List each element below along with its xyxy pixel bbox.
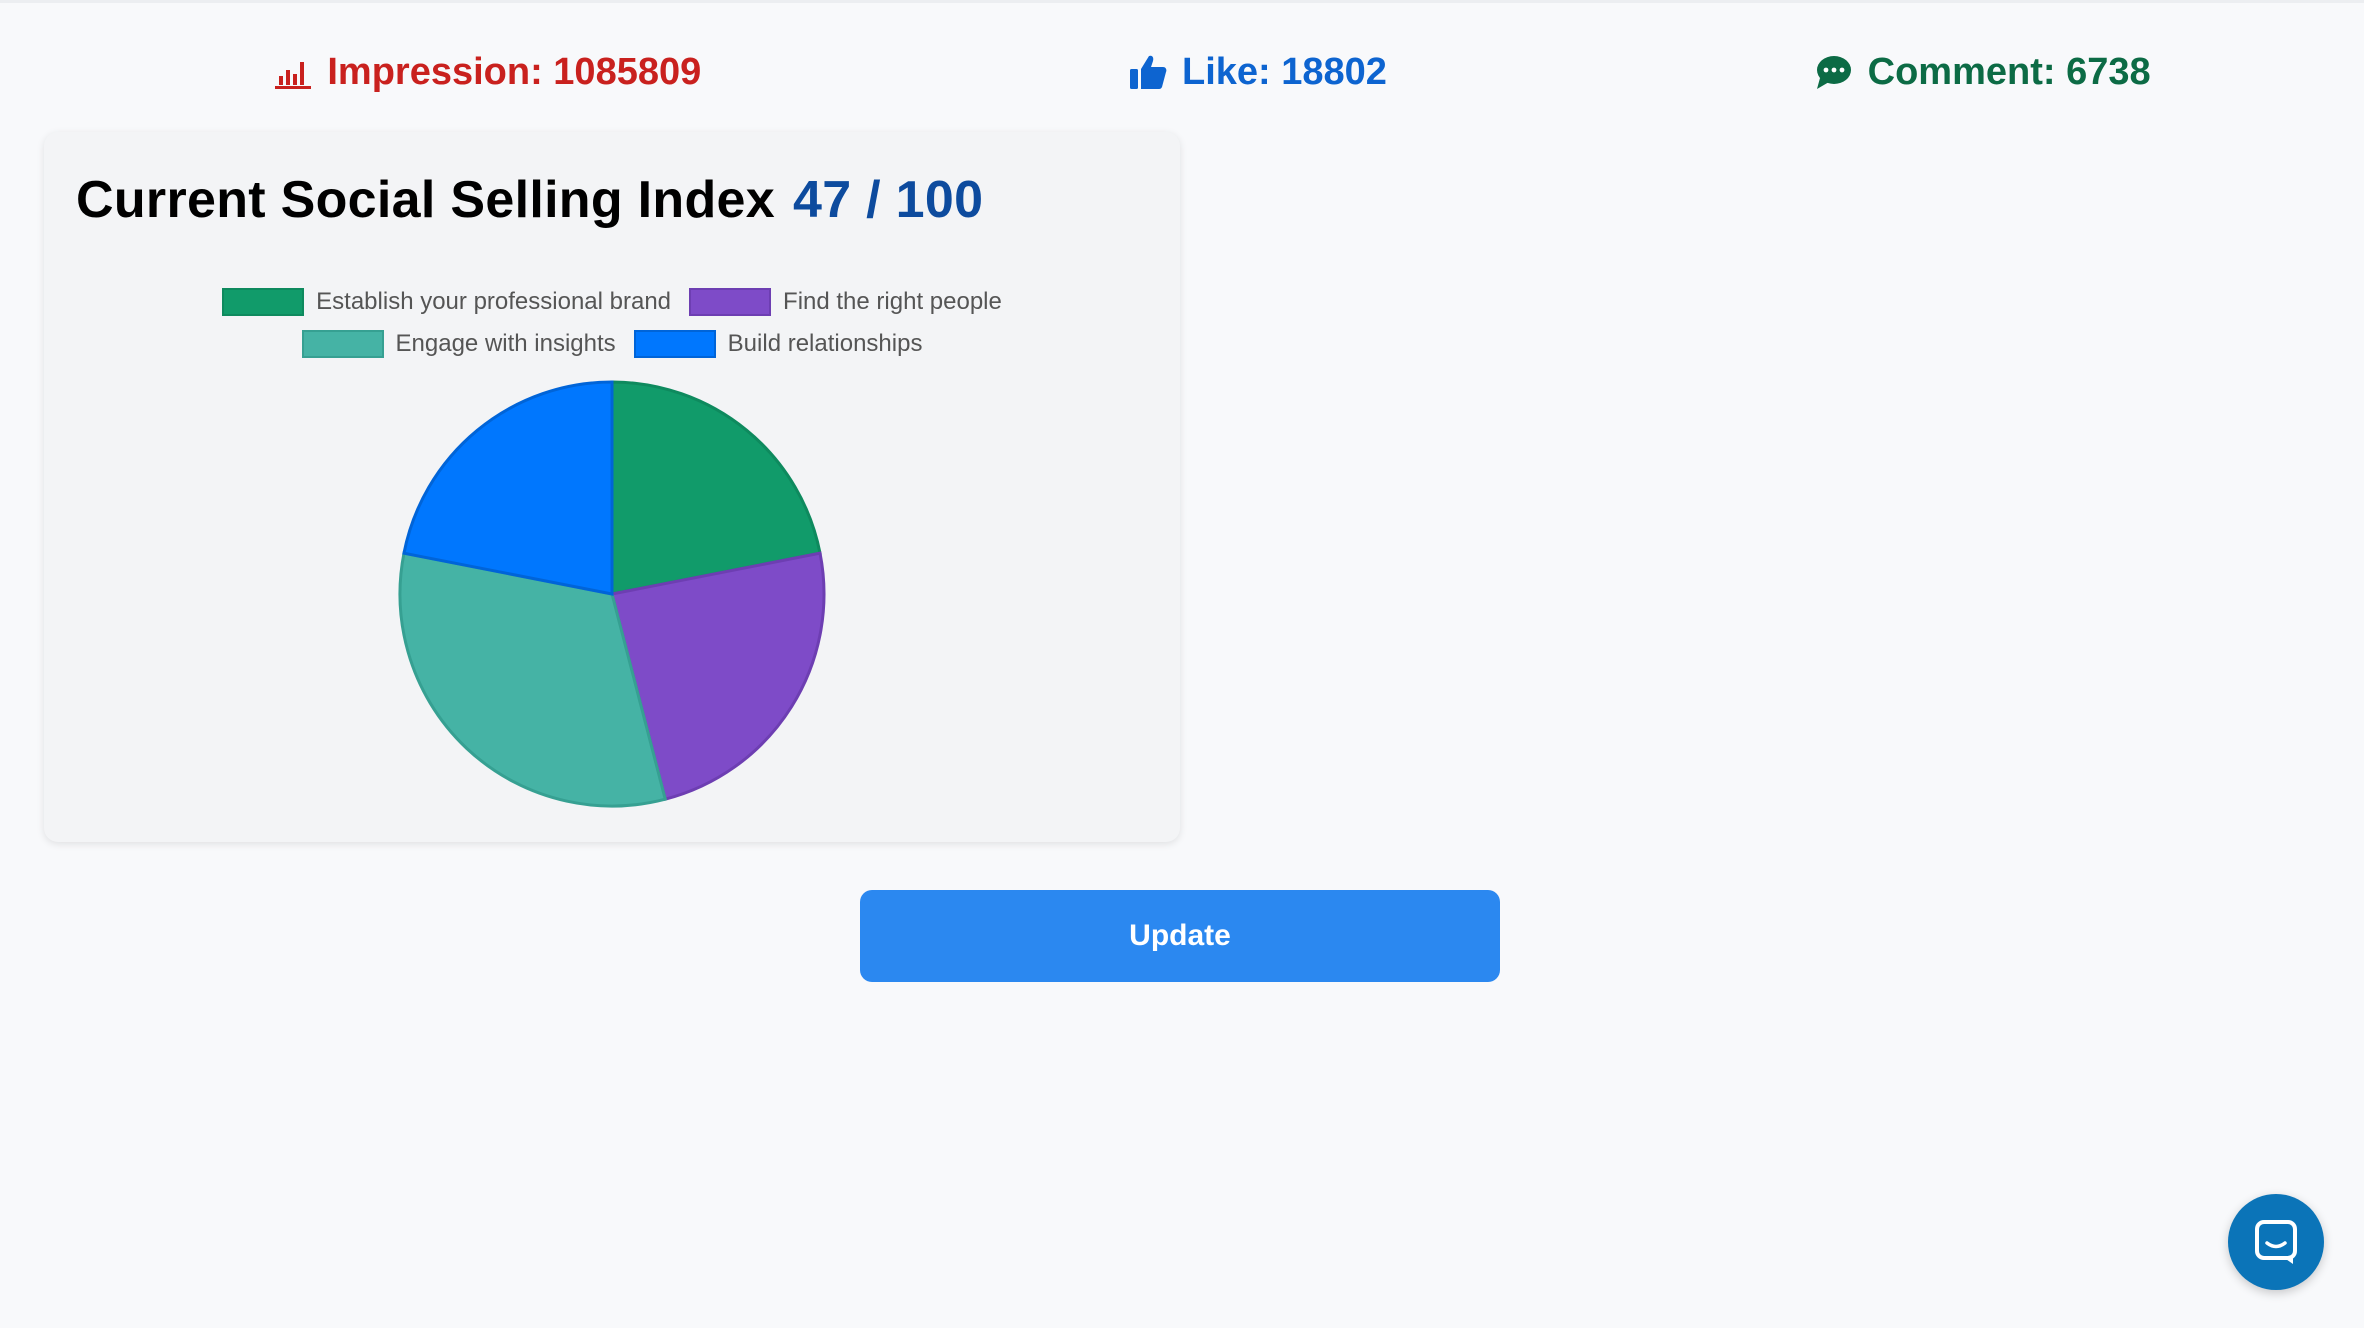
impression-stat: Impression: 1085809 (273, 51, 701, 94)
update-button[interactable]: Update (860, 890, 1500, 982)
pie-chart (398, 380, 826, 808)
impression-label: Impression: 1085809 (327, 50, 702, 93)
like-label: Like: 18802 (1181, 50, 1387, 93)
ssi-card: Current Social Selling Index 47 / 100 Es… (44, 132, 1180, 842)
chat-bubble-icon (1816, 56, 1851, 89)
thumbs-up-icon (1129, 55, 1167, 89)
top-border (0, 0, 2364, 3)
bar-chart-icon (275, 62, 312, 89)
comment-stat: Comment: 6738 (1814, 51, 2151, 94)
chat-launcher-icon (2255, 1220, 2297, 1264)
stats-bar: Impression: 1085809 Like: 18802 Comment:… (0, 40, 2364, 104)
comment-label: Comment: 6738 (1867, 50, 2151, 93)
like-stat: Like: 18802 (1128, 51, 1387, 94)
chat-launcher-button[interactable] (2228, 1194, 2324, 1290)
